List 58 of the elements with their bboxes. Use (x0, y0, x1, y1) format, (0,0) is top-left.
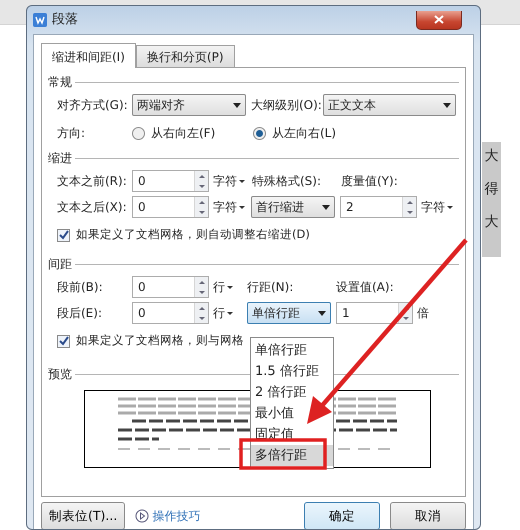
field-label: 设置值(A): (336, 279, 395, 296)
field-label: 行距(N): (247, 279, 294, 296)
document-text: 大 (484, 213, 498, 232)
app-icon (33, 13, 47, 27)
section-heading: 预览 (48, 366, 72, 383)
spin-field[interactable]: 0 (132, 170, 209, 192)
document-text: 得 (484, 180, 498, 199)
spin-field[interactable]: 1 (336, 302, 413, 324)
field-label: 段前(B): (57, 279, 104, 296)
cancel-button[interactable]: 取消 (390, 502, 466, 529)
checkbox-label: 如果定义了文档网格，则与网格 (76, 332, 244, 350)
ok-button[interactable]: 确定 (304, 502, 380, 529)
close-icon (434, 15, 444, 24)
tips-link[interactable]: 操作技巧 (152, 507, 200, 525)
unit-dropdown[interactable]: 字符 (213, 198, 245, 216)
radio-label: 从左向右(L) (272, 125, 336, 142)
checkbox-label: 如果定义了文档网格，则自动调整右缩进(D) (76, 226, 310, 244)
dialog-tab[interactable]: 缩进和间距(I) (41, 43, 136, 68)
field-label: 大纲级别(O): (251, 97, 323, 114)
unit-dropdown[interactable]: 行 (213, 278, 233, 296)
spin-field[interactable]: 0 (132, 196, 209, 218)
spin-field[interactable]: 0 (132, 276, 209, 298)
dialog-tab[interactable]: 换行和分页(P) (136, 45, 235, 67)
section-heading: 缩进 (48, 150, 72, 167)
spin-field[interactable]: 0 (132, 302, 209, 324)
unit-dropdown[interactable]: 行 (213, 304, 233, 322)
document-text: 大 (484, 147, 498, 166)
play-icon (135, 509, 150, 523)
tabs-button[interactable]: 制表位(T)... (41, 502, 126, 529)
dropdown-field[interactable]: 两端对齐 (132, 94, 246, 116)
field-label: 段后(E): (57, 305, 103, 322)
radio-button[interactable] (132, 126, 145, 140)
field-label: 文本之前(R): (57, 173, 128, 190)
window-title: 段落 (52, 11, 78, 30)
dropdown-field[interactable]: 正文文本 (323, 94, 456, 116)
dropdown-field[interactable]: 首行缩进 (251, 196, 335, 218)
close-button[interactable] (416, 10, 462, 30)
menu-item[interactable]: 2 倍行距 (251, 382, 333, 403)
unit-label: 倍 (417, 305, 429, 322)
menu-item[interactable]: 1.5 倍行距 (251, 361, 333, 382)
dropdown-field[interactable]: 单倍行距 (247, 302, 331, 324)
menu-item[interactable]: 单倍行距 (251, 340, 333, 361)
menu-item[interactable]: 多倍行距 (251, 445, 333, 466)
radio-label: 从右向左(F) (151, 125, 216, 142)
radio-button[interactable] (253, 126, 266, 140)
field-label: 方向: (57, 125, 86, 142)
menu-item[interactable]: 最小值 (251, 403, 333, 424)
spin-field[interactable]: 2 (340, 196, 417, 218)
checkbox[interactable] (57, 334, 70, 348)
field-label: 特殊格式(S): (252, 173, 322, 190)
unit-dropdown[interactable]: 字符 (421, 198, 453, 216)
section-heading: 常规 (48, 74, 72, 91)
checkbox[interactable] (57, 228, 70, 242)
section-heading: 间距 (48, 256, 72, 273)
field-label: 对齐方式(G): (57, 97, 129, 114)
field-label: 文本之后(X): (57, 199, 128, 216)
unit-dropdown[interactable]: 字符 (213, 172, 245, 190)
field-label: 度量值(Y): (341, 173, 399, 190)
